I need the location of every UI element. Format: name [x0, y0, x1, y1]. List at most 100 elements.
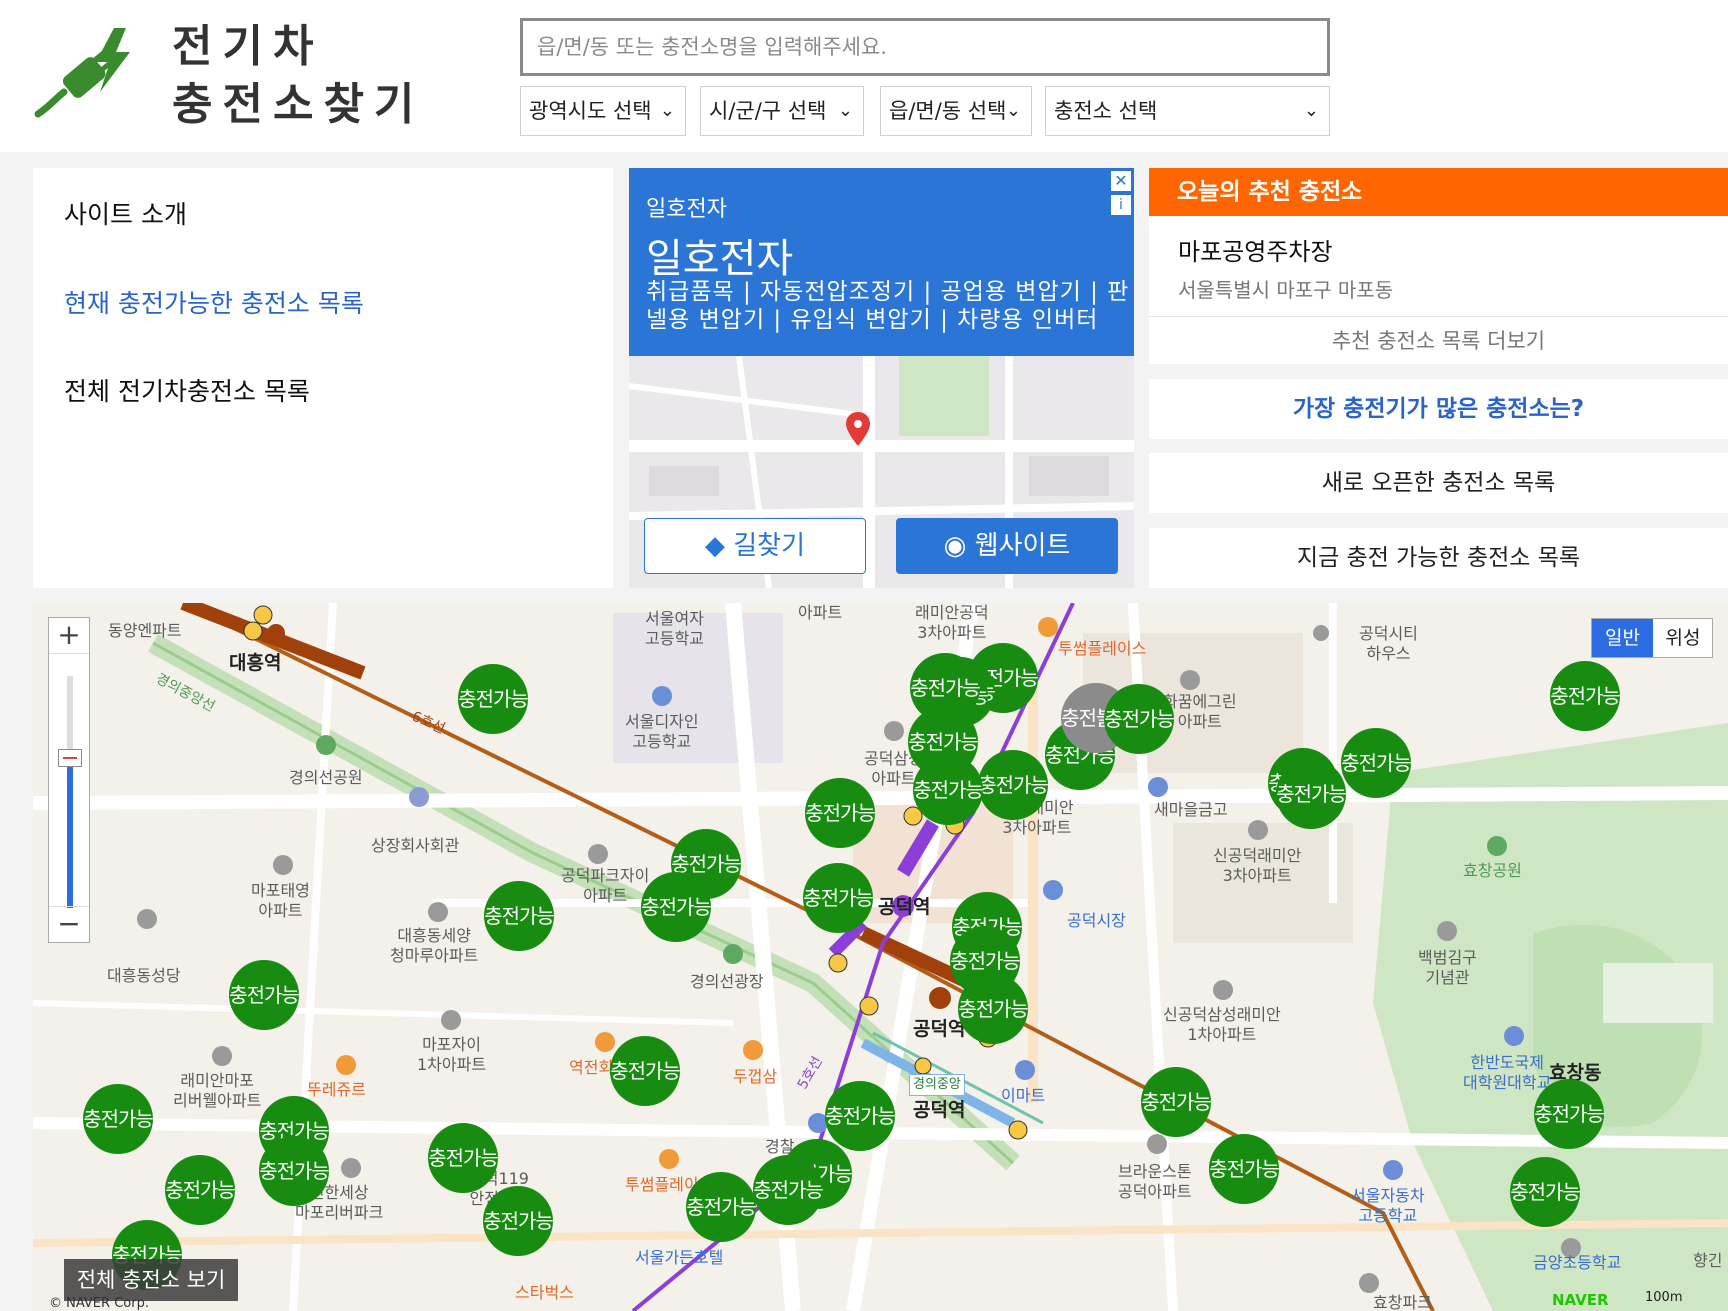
station-marker-available[interactable]: 충전가능: [803, 863, 874, 933]
station-marker-available[interactable]: 충전가능: [1141, 1067, 1212, 1137]
map-label: 래미안마포 리버웰아파트: [173, 1071, 262, 1110]
station-marker-available[interactable]: 충전가능: [458, 664, 529, 734]
map-label: 공덕역: [878, 896, 931, 918]
map-label: 마포자이 1차아파트: [417, 1035, 487, 1074]
ad-website-button[interactable]: ◉ 웹사이트: [896, 518, 1118, 574]
station-marker-available[interactable]: 충전가능: [1550, 661, 1621, 731]
ad-route-button[interactable]: ◆ 길찾기: [644, 518, 866, 574]
map-label: 한반도국제 대학원대학교: [1463, 1053, 1552, 1092]
district-select[interactable]: 시/군/구 선택 ⌄: [700, 86, 864, 136]
map-label: 경의중앙: [909, 1074, 965, 1096]
town-select[interactable]: 읍/면/동 선택 ⌄: [880, 86, 1032, 136]
map-type-satellite[interactable]: 위성: [1653, 619, 1713, 657]
station-marker-available[interactable]: 충전가능: [83, 1084, 154, 1154]
zoom-in-button[interactable]: +: [49, 618, 89, 654]
ad-route-label: 길찾기: [733, 531, 806, 561]
map-label: 화꿈에그린 아파트: [1163, 692, 1237, 731]
map-label: 서울디자인 고등학교: [625, 712, 699, 751]
station-marker-available[interactable]: 충전가능: [484, 881, 555, 951]
map-label: 브라운스톤 공덕아파트: [1118, 1162, 1192, 1201]
station-marker-available[interactable]: 충전가능: [1104, 684, 1175, 754]
map-label: 상장회사회관: [371, 836, 460, 855]
nav-all-stations[interactable]: 전체 전기차충전소 목록: [64, 372, 310, 408]
station-marker-available[interactable]: 충전가능: [259, 1136, 330, 1206]
map-label: 공덕역: [913, 1018, 966, 1040]
chevron-down-icon: ⌄: [1005, 100, 1021, 121]
station-marker-available[interactable]: 충전가능: [610, 1036, 681, 1106]
zoom-control[interactable]: + −: [48, 617, 90, 943]
map-label: 대흥동성당: [107, 966, 181, 985]
globe-icon: ◉: [943, 531, 967, 561]
map-label: 뚜레쥬르: [307, 1080, 366, 1099]
station-marker-available[interactable]: 충전가능: [641, 872, 712, 942]
ad-website-label: 웹사이트: [974, 531, 1071, 561]
map-label: 대흥동세양 청마루아파트: [390, 926, 479, 965]
recommended-station-name[interactable]: 마포공영주차장: [1178, 232, 1333, 267]
advertisement[interactable]: 일호전자 일호전자 취급품목 | 자동전압조정기 | 공업용 변압기 | 판넬용…: [629, 168, 1134, 588]
site-header: 전기차 충전소찾기 광역시도 선택 ⌄ 시/군/구 선택 ⌄ 읍/면/동 선택 …: [0, 0, 1728, 152]
site-title-line2: 충전소찾기: [172, 79, 425, 130]
map-label: 래미안공덕 3차아파트: [915, 603, 989, 642]
station-marker-available[interactable]: 충전가능: [1534, 1079, 1605, 1149]
zoom-slider-fill: [67, 761, 73, 908]
station-marker-available[interactable]: 충전가능: [229, 960, 300, 1030]
ad-description: 취급품목 | 자동전압조정기 | 공업용 변압기 | 판넬용 변압기 | 유입식…: [646, 279, 1130, 333]
province-select[interactable]: 광역시도 선택 ⌄: [520, 86, 686, 136]
station-marker-available[interactable]: 충전가능: [958, 974, 1029, 1044]
recommended-station-box: 오늘의 추천 충전소 마포공영주차장 서울특별시 마포구 마포동 추천 충전소 …: [1149, 168, 1728, 364]
nav-available-stations[interactable]: 현재 충전가능한 충전소 목록: [64, 284, 364, 320]
map-label: 새마을금고: [1154, 800, 1228, 819]
map-label: 공덕파크자이 아파트: [561, 866, 650, 905]
station-marker-available[interactable]: 충전가능: [1276, 759, 1347, 829]
station-marker-available[interactable]: 충전가능: [825, 1081, 896, 1151]
station-marker-available[interactable]: 충전가능: [1510, 1157, 1581, 1227]
ad-banner[interactable]: 일호전자 일호전자 취급품목 | 자동전압조정기 | 공업용 변압기 | 판넬용…: [629, 168, 1134, 356]
station-marker-available[interactable]: 충전가능: [483, 1186, 554, 1256]
ad-close-icon[interactable]: ✕: [1110, 170, 1132, 192]
station-marker-available[interactable]: 충전가능: [753, 1155, 824, 1225]
station-marker-available[interactable]: 충전가능: [978, 750, 1049, 820]
station-marker-available[interactable]: 충전가능: [805, 778, 876, 848]
nav-site-intro[interactable]: 사이트 소개: [64, 195, 187, 231]
station-marker-available[interactable]: 충전가능: [428, 1123, 499, 1193]
recommended-more-link[interactable]: 추천 충전소 목록 더보기: [1149, 316, 1728, 364]
station-marker-available[interactable]: 충전가능: [910, 653, 981, 723]
map-label: 이마트: [1001, 1086, 1046, 1105]
map-scale: 100m: [1645, 1290, 1683, 1305]
map-label: 서울가든호텔: [635, 1248, 724, 1267]
search-input[interactable]: [520, 18, 1330, 76]
map-label: 아파트: [798, 603, 843, 622]
map-label: 서울자동차 고등학교: [1351, 1186, 1425, 1225]
station-marker-available[interactable]: 충전가능: [1209, 1134, 1280, 1204]
zoom-slider-handle[interactable]: [58, 749, 82, 767]
ad-info-icon[interactable]: i: [1110, 194, 1132, 216]
available-now-link[interactable]: 지금 충전 가능한 충전소 목록: [1149, 528, 1728, 588]
station-map[interactable]: 대흥역 공덕역 공덕역 공덕역 경의중앙 6호선 5호선 경의중앙선 동양엔파트…: [33, 603, 1728, 1311]
station-marker-available[interactable]: 충전가능: [913, 755, 984, 825]
province-select-value: 광역시도 선택: [529, 99, 652, 123]
recommended-station-address: 서울특별시 마포구 마포동: [1178, 278, 1394, 302]
ad-title[interactable]: 일호전자: [646, 226, 793, 284]
station-marker-available[interactable]: 충전가능: [165, 1155, 236, 1225]
map-label: 효창공원: [1463, 861, 1522, 880]
map-label: 투썸플레이스: [1058, 639, 1147, 658]
chevron-down-icon: ⌄: [659, 100, 675, 121]
left-nav-panel: 사이트 소개 현재 충전가능한 충전소 목록 전체 전기차충전소 목록: [33, 168, 613, 588]
zoom-out-button[interactable]: −: [49, 906, 89, 942]
station-select[interactable]: 충전소 선택 ⌄: [1045, 86, 1330, 136]
station-marker-available[interactable]: 충전가능: [1341, 728, 1412, 798]
map-label: 경의선공원: [289, 768, 363, 787]
site-title[interactable]: 전기차 충전소찾기: [172, 18, 424, 134]
map-type-normal[interactable]: 일반: [1592, 619, 1653, 657]
new-stations-link[interactable]: 새로 오픈한 충전소 목록: [1149, 453, 1728, 513]
map-label: 공덕시장: [1067, 911, 1126, 930]
station-marker-available[interactable]: 충전가능: [686, 1172, 757, 1242]
map-type-toggle[interactable]: 일반 위성: [1591, 618, 1713, 658]
most-chargers-link[interactable]: 가장 충전기가 많은 충전소는?: [1149, 379, 1728, 439]
view-all-stations-button[interactable]: 전체 충전소 보기: [64, 1259, 238, 1301]
map-pin-icon: [846, 412, 870, 446]
district-select-value: 시/군/구 선택: [709, 99, 827, 123]
town-select-value: 읍/면/동 선택: [889, 99, 1007, 123]
ev-plug-logo-icon[interactable]: [30, 22, 142, 126]
map-label: 서울여자 고등학교: [645, 609, 704, 648]
